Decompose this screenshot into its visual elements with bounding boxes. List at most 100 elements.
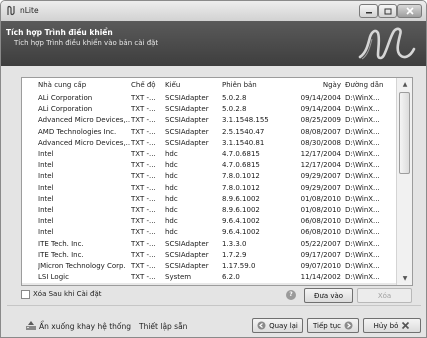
- tray-link[interactable]: Ẩn xuống khay hệ thống: [39, 322, 131, 331]
- table-cell: 5.0.2.8: [222, 94, 247, 102]
- minimize-icon: [365, 12, 372, 14]
- tray-icon[interactable]: [25, 319, 37, 331]
- table-cell: ALi Corporation: [38, 94, 93, 102]
- table-row[interactable]: Intel TXT -... hdc 7.8.0.1012 09/29/2007 D:\W…: [22, 171, 396, 181]
- nlite-logo-icon: [358, 27, 416, 60]
- table-cell: D:\WinX...: [345, 94, 380, 102]
- close-button[interactable]: [397, 4, 422, 18]
- table-cell: D:\WinX...: [345, 273, 380, 282]
- delete-after-install-checkbox[interactable]: [21, 290, 30, 299]
- table-cell: 08/25/2009: [300, 116, 341, 125]
- table-cell: Intel: [38, 161, 54, 170]
- add-button-label: Đưa vào: [313, 291, 344, 300]
- nlite-app-icon: [7, 5, 15, 16]
- remove-button[interactable]: Xóa: [357, 288, 412, 303]
- help-icon[interactable]: ?: [286, 290, 296, 300]
- table-cell: Intel: [38, 183, 54, 192]
- table-row[interactable]: AMD Technologies Inc. TXT -... SCSIAdapter…: [22, 127, 396, 137]
- table-row[interactable]: Advanced Micro Devices,... TXT -... SCSIAd…: [22, 115, 396, 125]
- table-cell: 6.2.0: [222, 273, 240, 282]
- back-button[interactable]: Quay lại: [252, 318, 303, 333]
- table-cell: TXT -...: [131, 217, 156, 226]
- table-cell: 06/08/2010: [300, 228, 341, 237]
- cancel-button-label: Hủy bỏ: [373, 321, 399, 330]
- table-cell: D:\WinX...: [345, 172, 380, 181]
- scroll-down-icon[interactable]: ▼: [400, 275, 410, 283]
- table-cell: TXT -...: [131, 206, 156, 214]
- table-cell: 8.9.6.1002: [222, 194, 260, 203]
- presets-link[interactable]: Thiết lập sẵn: [139, 322, 187, 331]
- close-icon: [405, 7, 414, 15]
- table-row[interactable]: ITE Tech. Inc. TXT -... SCSIAdapter 1.7.2.9…: [22, 250, 396, 260]
- table-row[interactable]: Intel TXT -... hdc 8.9.6.1002 01/08/2010 D:\W…: [22, 205, 396, 215]
- table-row[interactable]: Intel TXT -... hdc 7.8.0.1012 09/29/2007 D:\W…: [22, 183, 396, 193]
- table-row[interactable]: Intel TXT -... hdc 8.9.6.1002 01/08/2010 D:\W…: [22, 194, 396, 204]
- table-cell: 01/08/2010: [300, 194, 341, 203]
- table-cell: TXT -...: [131, 150, 156, 158]
- table-cell: 09/07/2010: [300, 262, 341, 270]
- table-cell: TXT -...: [131, 262, 156, 270]
- table-cell: D:\WinX...: [345, 116, 380, 125]
- table-cell: 09/29/2007: [300, 183, 341, 192]
- table-cell: AMD Technologies Inc.: [38, 127, 117, 136]
- column-header[interactable]: Kiểu: [165, 81, 221, 89]
- table-row[interactable]: Intel TXT -... hdc 4.7.0.6815 12/17/2004 D:\W…: [22, 149, 396, 159]
- next-button-label: Tiếp tục: [312, 321, 341, 330]
- table-cell: 09/14/2004: [300, 105, 341, 114]
- cancel-x-icon: [402, 321, 410, 330]
- table-cell: TXT -...: [131, 183, 156, 192]
- table-cell: hdc: [165, 161, 178, 170]
- table-cell: TXT -...: [131, 228, 156, 237]
- window-title: nLite: [20, 6, 39, 15]
- table-cell: 5.0.2.8: [222, 105, 247, 114]
- table-cell: System: [165, 273, 192, 282]
- table-cell: 08/30/2008: [300, 138, 341, 147]
- delete-after-install-label[interactable]: Xóa Sau khi Cài đặt: [33, 290, 101, 298]
- table-row[interactable]: ITE Tech. Inc. TXT -... SCSIAdapter 1.3.3.0…: [22, 239, 396, 249]
- table-row[interactable]: ALi Corporation TXT -... SCSIAdapter 5.0.2.…: [22, 104, 396, 114]
- table-cell: ITE Tech. Inc.: [38, 250, 84, 259]
- scroll-up-icon[interactable]: ▲: [400, 81, 410, 89]
- table-cell: 7.8.0.1012: [222, 172, 260, 181]
- column-header[interactable]: Nhà cung cấp: [38, 81, 130, 89]
- table-row[interactable]: Intel TXT -... hdc 4.7.0.6815 12/17/2004 D:\W…: [22, 160, 396, 170]
- column-header[interactable]: Phiên bản: [222, 81, 288, 89]
- table-cell: TXT -...: [131, 105, 156, 114]
- horizontal-scrollbar[interactable]: [22, 283, 396, 285]
- column-header[interactable]: Đường dẫn: [345, 81, 393, 89]
- table-cell: Intel: [38, 206, 54, 214]
- table-row[interactable]: Intel TXT -... hdc 9.6.4.1002 06/08/2010 D:\W…: [22, 227, 396, 237]
- table-cell: Advanced Micro Devices,...: [38, 116, 130, 125]
- table-cell: 4.7.0.6815: [222, 150, 260, 158]
- cancel-button[interactable]: Hủy bỏ: [363, 318, 421, 333]
- table-cell: 8.9.6.1002: [222, 206, 260, 214]
- table-cell: 12/17/2004: [300, 161, 341, 170]
- table-cell: D:\WinX...: [345, 150, 380, 158]
- table-row[interactable]: LSI Logic TXT -... System 6.2.0 11/14/2002 D:…: [22, 272, 396, 282]
- next-button[interactable]: Tiếp tục: [307, 318, 359, 333]
- minimize-button[interactable]: [359, 4, 378, 18]
- table-cell: 1.17.59.0: [222, 262, 256, 270]
- table-cell: 1.7.2.9: [222, 250, 247, 259]
- table-cell: LSI Logic: [38, 273, 69, 282]
- table-row[interactable]: Advanced Micro Devices,... TXT -... SCSIAd…: [22, 138, 396, 148]
- table-row[interactable]: JMicron Technology Corp. TXT -... SCSIAdap…: [22, 261, 396, 271]
- table-cell: D:\WinX...: [345, 239, 380, 248]
- column-header[interactable]: Ngày: [288, 81, 341, 89]
- table-cell: 05/22/2007: [300, 239, 341, 248]
- add-button[interactable]: Đưa vào: [304, 288, 353, 303]
- table-cell: SCSIAdapter: [165, 116, 209, 125]
- maximize-button[interactable]: [378, 4, 397, 18]
- table-row[interactable]: Intel TXT -... hdc 9.6.4.1002 06/08/2010 D:\W…: [22, 216, 396, 226]
- table-cell: 4.7.0.6815: [222, 161, 260, 170]
- column-header[interactable]: Chế độ: [131, 81, 164, 89]
- table-cell: hdc: [165, 228, 178, 237]
- table-cell: Advanced Micro Devices,...: [38, 138, 130, 147]
- table-row[interactable]: ALi Corporation TXT -... SCSIAdapter 5.0.2.…: [22, 93, 396, 103]
- scroll-thumb[interactable]: [399, 92, 410, 174]
- vertical-scrollbar[interactable]: ▲ ▼: [396, 78, 412, 285]
- table-cell: Intel: [38, 172, 54, 181]
- table-cell: 08/08/2007: [300, 127, 341, 136]
- page-subtitle: Tích hợp Trình điều khiển vào bản cài đặ…: [14, 39, 159, 47]
- table-cell: SCSIAdapter: [165, 94, 209, 102]
